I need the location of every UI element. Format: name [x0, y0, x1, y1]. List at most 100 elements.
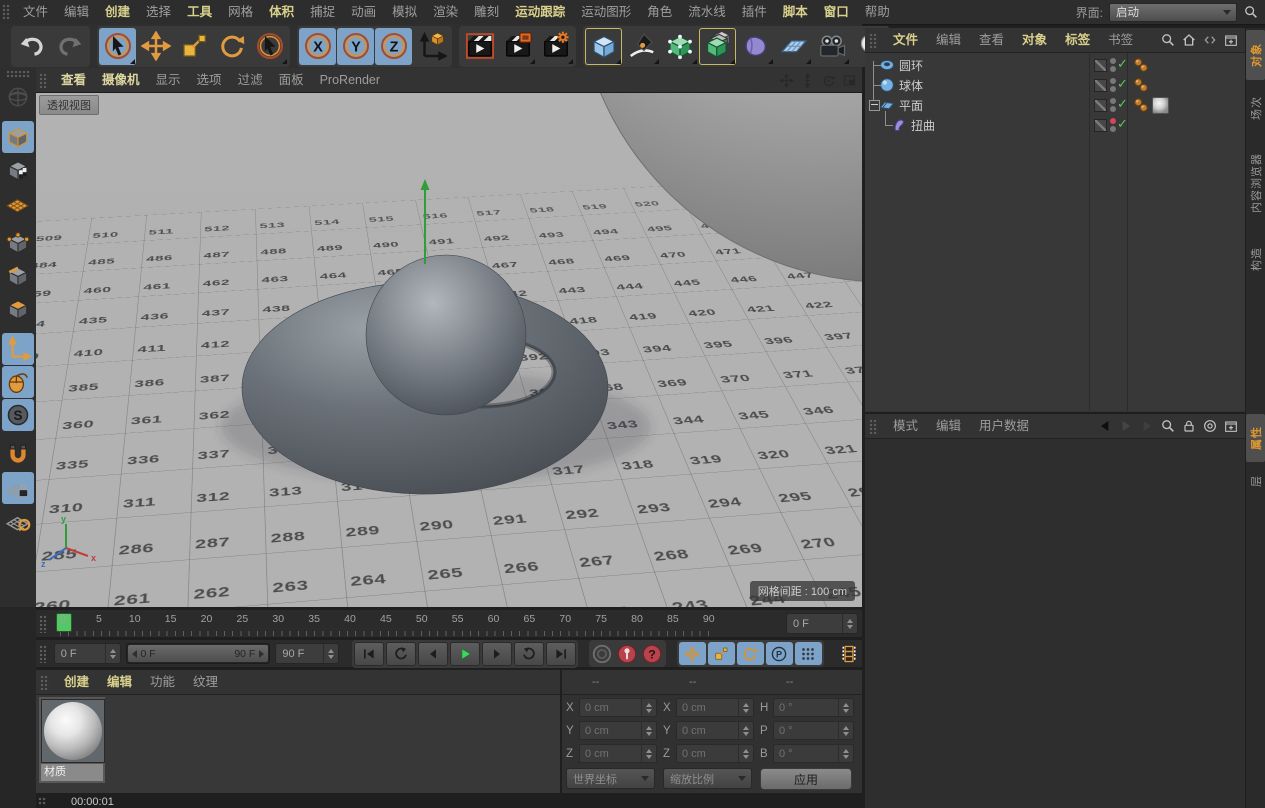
rotate-button[interactable] [213, 28, 250, 65]
menubar-item[interactable]: 帮助 [857, 0, 898, 24]
enable-axis-button[interactable] [2, 333, 34, 365]
menubar-item[interactable]: 选择 [138, 0, 179, 24]
z-axis-lock-button[interactable]: Z [375, 28, 412, 65]
record-scale-toggle[interactable] [708, 642, 735, 665]
menubar-item[interactable]: 网格 [220, 0, 261, 24]
current-frame-field[interactable]: 0 F [54, 643, 121, 664]
object-manager-menu-item[interactable]: 标签 [1056, 28, 1099, 52]
record-keyframe-button[interactable] [616, 642, 639, 665]
panel-tab-属性[interactable]: 属性 [1246, 414, 1265, 462]
render-settings-button[interactable] [537, 28, 574, 65]
sphere-object[interactable] [366, 255, 526, 415]
stepper-icon[interactable] [641, 722, 656, 739]
make-editable-button[interactable] [2, 81, 34, 113]
material-menubar-handle[interactable] [40, 675, 49, 690]
material-menu-item[interactable]: 纹理 [184, 670, 227, 694]
render-view-button[interactable] [461, 28, 498, 65]
viewport-canvas[interactable]: 5055065075085095105115125135145155165175… [36, 92, 862, 607]
coordinate-input[interactable]: 0 cm [676, 744, 754, 763]
prev-key-button[interactable] [386, 642, 416, 666]
addbox-icon[interactable] [1223, 32, 1239, 48]
stepper-icon[interactable] [838, 745, 853, 762]
transport-drag-handle[interactable] [39, 645, 46, 663]
enabled-check-icon[interactable]: ✓ [1117, 76, 1128, 92]
search-icon[interactable] [1160, 32, 1176, 48]
render-visibility-dot[interactable] [1110, 106, 1116, 112]
coordinate-input[interactable]: 0 ° [773, 698, 854, 717]
stepper-icon[interactable] [738, 745, 753, 762]
target-icon[interactable] [1202, 418, 1218, 434]
menubar-item[interactable]: 工具 [179, 0, 220, 24]
x-axis-lock-button[interactable]: X [299, 28, 336, 65]
prev-frame-button[interactable] [418, 642, 448, 666]
next-frame-button[interactable] [482, 642, 512, 666]
phong-tag-icon[interactable] [1133, 97, 1149, 113]
menubar-item[interactable]: 脚本 [775, 0, 816, 24]
menubar-item[interactable]: 文件 [15, 0, 56, 24]
enabled-check-icon[interactable]: ✓ [1117, 116, 1128, 132]
attribute-menu-item[interactable]: 用户数据 [970, 414, 1038, 438]
menubar-item[interactable]: 渲染 [425, 0, 466, 24]
timeline-window-button[interactable] [837, 641, 862, 666]
stepper-icon[interactable] [842, 614, 857, 633]
viewport-menu-item[interactable]: 摄像机 [94, 68, 148, 92]
viewport-pan-button[interactable] [777, 71, 795, 89]
preview-range-slider[interactable]: 0 F 90 F [126, 643, 271, 664]
viewport-maximize-button[interactable] [840, 71, 858, 89]
object-row-twist[interactable]: 扭曲✓ [865, 115, 1245, 135]
texture-mode-button[interactable] [2, 154, 34, 186]
layer-box[interactable] [1094, 99, 1107, 112]
next-key-button[interactable] [514, 642, 544, 666]
goto-end-button[interactable] [546, 642, 576, 666]
viewport-zoom-button[interactable] [798, 71, 816, 89]
editor-visibility-dot[interactable] [1110, 58, 1116, 64]
home-icon[interactable] [1181, 32, 1197, 48]
rotate-workplane-button[interactable] [2, 505, 34, 537]
range-left-arrow-icon[interactable] [132, 650, 137, 658]
ghost-fwd-1-icon[interactable] [1118, 418, 1134, 434]
tree-expander[interactable] [869, 100, 880, 111]
mode-toolbar-drag-handle[interactable] [6, 70, 30, 78]
material-menu-item[interactable]: 功能 [141, 670, 184, 694]
stepper-icon[interactable] [323, 644, 338, 663]
layer-box[interactable] [1094, 79, 1107, 92]
play-button[interactable] [450, 642, 480, 666]
menubar-item[interactable]: 角色 [639, 0, 680, 24]
menubar-item[interactable]: 雕刻 [466, 0, 507, 24]
menubar-item[interactable]: 运动图形 [573, 0, 639, 24]
coordinate-input[interactable]: 0 cm [676, 721, 754, 740]
viewport-menubar-handle[interactable] [39, 73, 48, 88]
stepper-icon[interactable] [641, 745, 656, 762]
modeling-generator-button[interactable] [699, 28, 736, 65]
coordinate-input[interactable]: 0 cm [579, 698, 657, 717]
menubar-item[interactable]: 动画 [343, 0, 384, 24]
points-mode-button[interactable] [2, 227, 34, 259]
object-row-plane[interactable]: 平面✓ [865, 95, 1245, 115]
undo-button[interactable] [13, 28, 50, 65]
object-manager-menu-item[interactable]: 查看 [970, 28, 1013, 52]
stepper-icon[interactable] [641, 699, 656, 716]
scale-ratio-dropdown[interactable]: 缩放比例 [663, 768, 752, 789]
panel-tab-内容浏览器[interactable]: 内容浏览器 [1246, 136, 1265, 230]
timeline-ruler[interactable]: 051015202530354045505560657075808590 [50, 610, 786, 637]
volume-button[interactable] [737, 28, 774, 65]
render-visibility-dot[interactable] [1110, 86, 1116, 92]
object-manager-menu-item[interactable]: 文件 [884, 28, 927, 52]
object-row-torus[interactable]: 圆环✓ [865, 55, 1245, 75]
collapse-icon[interactable] [1202, 32, 1218, 48]
menubar-item[interactable]: 窗口 [816, 0, 857, 24]
material-menu-item[interactable]: 编辑 [98, 670, 141, 694]
lock-workplane-button[interactable] [2, 472, 34, 504]
coordinate-input[interactable]: 0 cm [579, 744, 657, 763]
panel-tab-构造[interactable]: 构造 [1246, 236, 1265, 282]
edges-mode-button[interactable] [2, 260, 34, 292]
status-bar-handle[interactable] [38, 797, 47, 806]
stepper-icon[interactable] [738, 699, 753, 716]
coordinate-input[interactable]: 0 cm [579, 721, 657, 740]
record-position-toggle[interactable] [679, 642, 706, 665]
last-used-tool-button[interactable] [251, 28, 288, 65]
viewport-menu-item[interactable]: ProRender [312, 68, 388, 92]
search-icon[interactable] [1243, 4, 1259, 20]
timeline-drag-handle[interactable] [39, 615, 47, 633]
timeline-frame-field[interactable]: 0 F [786, 613, 858, 634]
